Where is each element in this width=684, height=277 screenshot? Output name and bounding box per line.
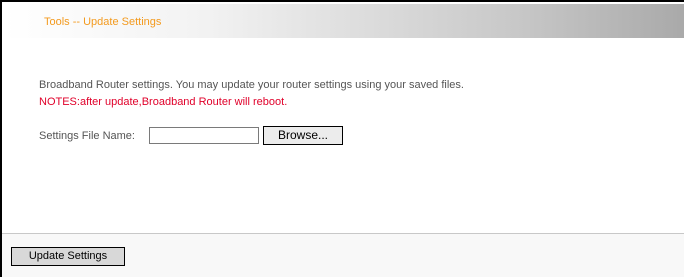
notes-text: NOTES:after update,Broadband Router will… (39, 96, 288, 108)
update-settings-button[interactable]: Update Settings (11, 247, 125, 266)
settings-file-label: Settings File Name: (39, 130, 135, 142)
description-text: Broadband Router settings. You may updat… (39, 79, 464, 91)
page-title: Tools -- Update Settings (44, 16, 162, 28)
settings-file-input[interactable] (149, 127, 259, 144)
browse-button[interactable]: Browse... (263, 126, 343, 145)
